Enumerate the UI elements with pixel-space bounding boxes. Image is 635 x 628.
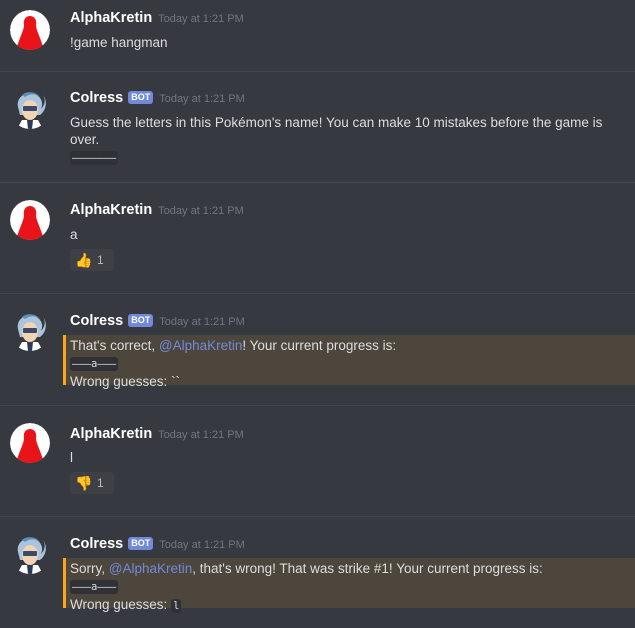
avatar-alphakretin[interactable]	[10, 10, 50, 50]
message-prefix: That's correct,	[70, 338, 159, 353]
message-suffix: , that's wrong! That was strike #1! Your…	[192, 561, 543, 576]
bot-badge: BOT	[128, 91, 154, 104]
user-mention[interactable]: @AlphaKretin	[159, 338, 243, 353]
bot-avatar-icon	[10, 311, 50, 351]
timestamp: Today at 1:21 PM	[158, 13, 244, 25]
message-text: Sorry, @AlphaKretin, that's wrong! That …	[70, 560, 630, 615]
wrong-guesses-label: Wrong guesses:	[70, 597, 172, 612]
timestamp: Today at 1:21 PM	[159, 316, 245, 328]
message-group-4: Colress BOT Today at 1:21 PM That's corr…	[0, 294, 635, 404]
timestamp: Today at 1:21 PM	[158, 429, 244, 441]
thumbs-down-icon: 👎	[75, 475, 93, 491]
reaction-thumbs-down[interactable]: 👎 1	[70, 472, 114, 494]
timestamp: Today at 1:21 PM	[159, 539, 245, 551]
message-text: l	[70, 450, 73, 465]
message-group-3: AlphaKretin Today at 1:21 PM a 👍 1	[0, 183, 635, 293]
message-text: !game hangman	[70, 35, 168, 50]
bot-avatar-icon	[10, 89, 50, 129]
bot-badge: BOT	[128, 314, 154, 327]
username[interactable]: Colress	[70, 90, 123, 106]
message-suffix: ! Your current progress is:	[242, 338, 397, 353]
wrong-guesses-value: ``	[171, 374, 181, 389]
reaction-count: 1	[97, 253, 104, 267]
avatar-alphakretin[interactable]	[10, 423, 50, 463]
message-line: over.	[70, 132, 100, 147]
user-avatar-icon	[10, 200, 50, 240]
username[interactable]: AlphaKretin	[70, 426, 152, 442]
message-line: Guess the letters in this Pokémon's name…	[70, 115, 603, 130]
avatar-colress[interactable]	[10, 89, 50, 129]
bot-badge: BOT	[128, 537, 154, 550]
message-prefix: Sorry,	[70, 561, 109, 576]
inline-code: ———a———	[70, 357, 119, 371]
wrong-guesses-label: Wrong guesses:	[70, 374, 172, 389]
message-text: a	[70, 227, 78, 242]
message-group-1: AlphaKretin Today at 1:21 PM !game hangm…	[0, 0, 635, 70]
avatar-colress[interactable]	[10, 311, 50, 351]
username[interactable]: Colress	[70, 536, 123, 552]
reaction-thumbs-up[interactable]: 👍 1	[70, 249, 114, 271]
thumbs-up-icon: 👍	[75, 252, 93, 268]
timestamp: Today at 1:21 PM	[159, 93, 245, 105]
timestamp: Today at 1:21 PM	[158, 205, 244, 217]
message-group-6: Colress BOT Today at 1:21 PM Sorry, @Alp…	[0, 517, 635, 628]
avatar-alphakretin[interactable]	[10, 200, 50, 240]
message-group-5: AlphaKretin Today at 1:21 PM l 👎 1	[0, 406, 635, 516]
user-avatar-icon	[10, 423, 50, 463]
username[interactable]: AlphaKretin	[70, 202, 152, 218]
inline-code: ———————	[70, 151, 119, 165]
inline-code: ———a———	[70, 580, 119, 594]
message-text: Guess the letters in this Pokémon's name…	[70, 114, 630, 167]
username[interactable]: Colress	[70, 313, 123, 329]
message-text: That's correct, @AlphaKretin! Your curre…	[70, 337, 630, 390]
avatar-colress[interactable]	[10, 534, 50, 574]
username[interactable]: AlphaKretin	[70, 10, 152, 26]
wrong-guesses-value: l	[171, 599, 182, 613]
user-mention[interactable]: @AlphaKretin	[109, 561, 193, 576]
bot-avatar-icon	[10, 534, 50, 574]
user-avatar-icon	[10, 10, 50, 50]
message-group-2: Colress BOT Today at 1:21 PM Guess the l…	[0, 72, 635, 182]
reaction-count: 1	[97, 476, 104, 490]
